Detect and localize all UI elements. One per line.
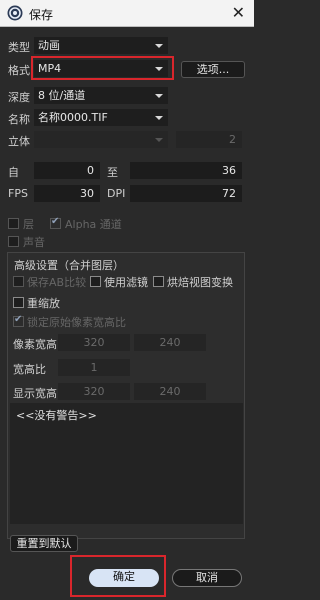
display-size-label: 显示宽高 xyxy=(13,387,57,400)
options-button[interactable]: 选项... xyxy=(181,61,245,78)
bake-view-label: 烘焙视图变换 xyxy=(167,276,233,289)
rescale-checkbox[interactable] xyxy=(13,297,24,308)
display-height-field[interactable]: 240 xyxy=(134,383,206,400)
name-value: 名称0000.TIF xyxy=(38,111,108,124)
fps-label: FPS xyxy=(8,187,28,200)
from-field[interactable]: 0 xyxy=(34,162,100,179)
chevron-down-icon xyxy=(155,67,163,71)
from-label: 自 xyxy=(8,166,19,179)
alpha-checkbox[interactable]: ✔ xyxy=(50,216,61,229)
lock-ratio-checkbox[interactable]: ✔ xyxy=(13,314,24,327)
chevron-down-icon xyxy=(155,94,163,98)
checkmark-icon: ✔ xyxy=(14,314,23,325)
warnings-text: <<没有警告>> xyxy=(16,409,97,422)
alpha-label: Alpha 通道 xyxy=(65,218,122,231)
fps-field[interactable]: 30 xyxy=(34,185,100,202)
ok-button[interactable]: 确定 xyxy=(89,569,159,587)
format-dropdown[interactable]: MP4 xyxy=(34,60,168,77)
save-ab-label: 保存AB比较 xyxy=(27,276,87,289)
aspect-label: 宽高比 xyxy=(13,363,46,376)
chevron-down-icon xyxy=(155,116,163,120)
close-icon[interactable]: ✕ xyxy=(232,3,245,22)
stereo-count-field[interactable]: 2 xyxy=(176,131,242,148)
use-filter-label: 使用滤镜 xyxy=(104,276,148,289)
pixel-size-label: 像素宽高 xyxy=(13,338,57,351)
save-ab-checkbox[interactable] xyxy=(13,276,24,287)
chevron-down-icon xyxy=(155,44,163,48)
to-label: 至 xyxy=(107,166,118,179)
bake-view-checkbox[interactable] xyxy=(153,276,164,287)
reset-defaults-button[interactable]: 重置到默认 xyxy=(10,535,78,552)
type-label: 类型 xyxy=(8,41,30,54)
name-dropdown[interactable]: 名称0000.TIF xyxy=(34,109,168,126)
display-width-field[interactable]: 320 xyxy=(58,383,130,400)
title-bar: 保存 ✕ xyxy=(0,0,254,27)
pixel-width-field[interactable]: 320 xyxy=(58,334,130,351)
sound-checkbox[interactable] xyxy=(8,236,19,247)
sound-label: 声音 xyxy=(23,236,45,249)
to-field[interactable]: 36 xyxy=(130,162,242,179)
warnings-box: <<没有警告>> xyxy=(10,403,243,524)
format-label: 格式 xyxy=(8,64,30,77)
aspect-field[interactable]: 1 xyxy=(58,359,130,376)
dpi-label: DPI xyxy=(107,187,126,200)
window-title: 保存 xyxy=(29,8,54,22)
lock-ratio-label: 锁定原始像素宽高比 xyxy=(27,316,126,329)
depth-value: 8 位/通道 xyxy=(38,89,86,102)
stereo-dropdown[interactable] xyxy=(34,131,168,148)
advanced-title: 高级设置（合并图层） xyxy=(14,259,124,272)
rescale-label: 重缩放 xyxy=(27,297,60,310)
cancel-button[interactable]: 取消 xyxy=(172,569,242,587)
checkmark-icon: ✔ xyxy=(51,216,60,227)
type-dropdown[interactable]: 动画 xyxy=(34,37,168,54)
depth-label: 深度 xyxy=(8,91,30,104)
pixel-height-field[interactable]: 240 xyxy=(134,334,206,351)
layers-checkbox[interactable] xyxy=(8,218,19,229)
layers-label: 层 xyxy=(23,218,34,231)
depth-dropdown[interactable]: 8 位/通道 xyxy=(34,87,168,104)
type-value: 动画 xyxy=(38,39,60,52)
name-label: 名称 xyxy=(8,113,30,126)
app-logo-icon xyxy=(7,5,23,21)
stereo-label: 立体 xyxy=(8,135,30,148)
dpi-field[interactable]: 72 xyxy=(130,185,242,202)
format-value: MP4 xyxy=(38,62,62,75)
use-filter-checkbox[interactable] xyxy=(90,276,101,287)
chevron-down-icon xyxy=(155,138,163,142)
